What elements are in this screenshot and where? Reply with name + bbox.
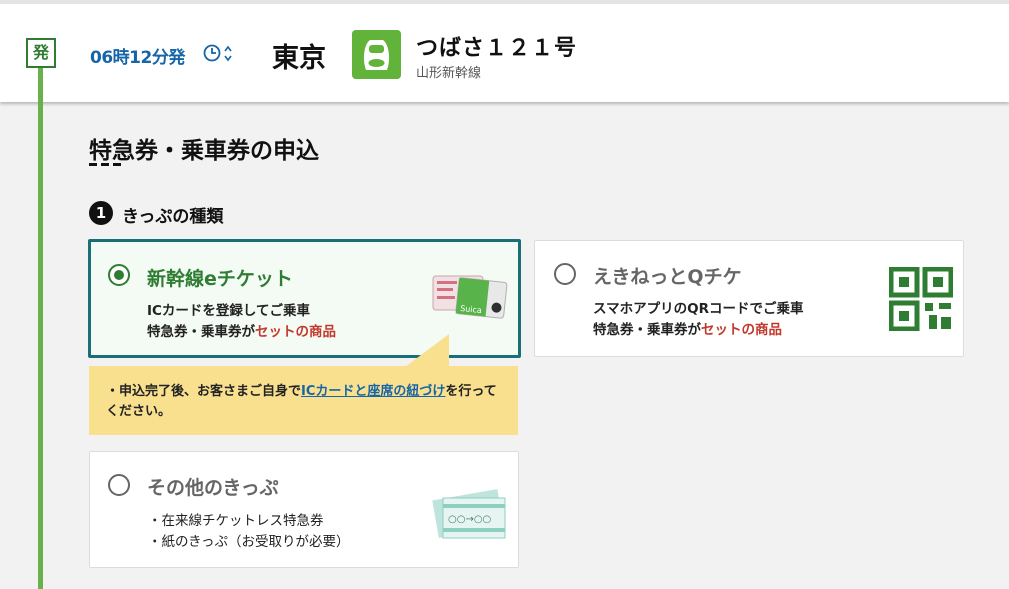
option-card-q-ticket[interactable]: えきねっとQチケ スマホアプリのQRコードでご乗車 特急券・乗車券がセットの商品 [534,240,964,357]
radio-other[interactable] [108,474,130,496]
section-title: きっぷの種類 [122,207,224,227]
page-title: 特急券・乗車券の申込 [89,138,319,164]
option-desc-line1: スマホアプリのQRコードでご乗車 [593,301,804,317]
note-text: ・申込完了後、お客さまご自身でICカードと座席の紐づけを行ってください。 [106,384,497,419]
option-title: 新幹線eチケット [147,268,293,290]
option-desc-line1: ICカードを登録してご乗車 [147,303,311,319]
option-desc-line1: ・在来線チケットレス特急券 [148,513,324,529]
radio-q-ticket[interactable] [554,263,576,285]
option-desc-line2: 特急券・乗車券がセットの商品 [147,324,336,340]
ticket-sample-text: ○○→○○ [448,514,491,525]
train-line: 山形新幹線 [416,66,482,81]
departure-station: 東京 [272,43,326,74]
train-name: つばさ１２１号 [416,36,578,61]
option-card-e-ticket[interactable]: 新幹線eチケット ICカードを登録してご乗車 特急券・乗車券がセットの商品 Su… [88,239,521,358]
highlight-text: セットの商品 [701,322,782,338]
departure-time: 06時12分発 [90,48,185,68]
qr-code-icon [889,267,953,331]
section-number-badge: 1 [89,201,113,225]
option-desc-line2: ・紙のきっぷ（お受取りが必要） [148,534,350,550]
option-title: その他のきっぷ [147,477,279,499]
ic-cards-icon: Suica [432,275,508,319]
clock-icon[interactable] [203,43,237,65]
option-desc-line2: 特急券・乗車券がセットの商品 [593,322,782,338]
title-underline [89,163,125,166]
route-timeline [38,60,43,589]
highlight-text: セットの商品 [255,324,336,340]
train-logo-icon [352,30,401,79]
option-card-other[interactable]: その他のきっぷ ・在来線チケットレス特急券 ・紙のきっぷ（お受取りが必要） ○○… [89,451,519,568]
ic-card-link[interactable]: ICカードと座席の紐づけ [301,384,445,399]
departure-badge: 発 [26,38,56,68]
radio-e-ticket[interactable] [108,264,130,286]
paper-ticket-icon: ○○→○○ [432,489,506,539]
note-pointer [405,334,449,367]
option-title: えきねっとQチケ [593,266,742,288]
